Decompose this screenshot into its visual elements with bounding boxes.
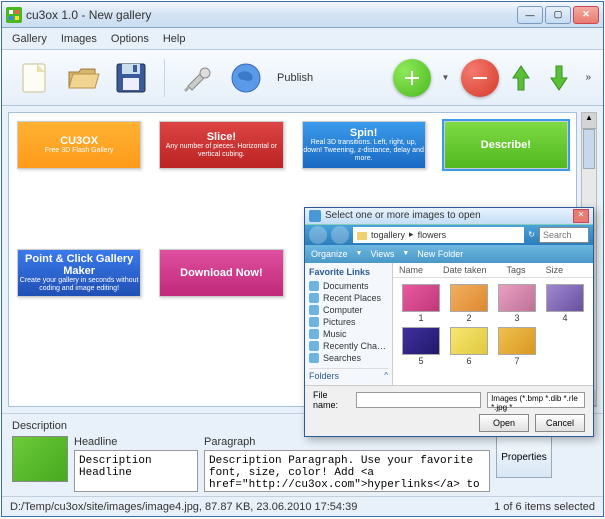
file-item[interactable]: 6 xyxy=(447,327,491,366)
dialog-icon xyxy=(309,210,321,222)
gallery-thumb[interactable]: Spin!Real 3D transitions. Left, right, u… xyxy=(302,121,426,169)
dialog-sidebar: Favorite Links DocumentsRecent PlacesCom… xyxy=(305,263,393,385)
maximize-button[interactable]: ▢ xyxy=(545,6,571,24)
cancel-button[interactable]: Cancel xyxy=(535,414,585,432)
breadcrumb-parent: togallery xyxy=(371,230,405,240)
dialog-close-button[interactable]: ✕ xyxy=(573,209,589,223)
chevron-right-icon: ▸ xyxy=(409,229,414,240)
headline-input[interactable] xyxy=(74,450,198,492)
gallery-thumb[interactable]: CU3OXFree 3D Flash Gallery xyxy=(17,121,141,169)
file-filter-dropdown[interactable]: Images (*.bmp *.dib *.rle *.jpg * xyxy=(487,392,585,408)
paragraph-label: Paragraph xyxy=(204,436,490,448)
dialog-search-input[interactable] xyxy=(539,227,589,243)
organize-button[interactable]: Organize xyxy=(311,249,348,259)
toolbar: Publish ▼ » xyxy=(2,50,603,106)
breadcrumb-current: flowers xyxy=(418,230,447,240)
toolbar-overflow[interactable]: » xyxy=(585,72,591,83)
scroll-thumb[interactable] xyxy=(583,129,595,169)
open-button[interactable]: Open xyxy=(479,414,529,432)
status-selection: 1 of 6 items selected xyxy=(494,501,595,513)
file-item[interactable]: 5 xyxy=(399,327,443,366)
new-folder-button[interactable]: New Folder xyxy=(417,249,463,259)
file-open-dialog: Select one or more images to open ✕ toga… xyxy=(304,207,594,437)
favorites-label: Favorite Links xyxy=(309,267,388,277)
headline-label: Headline xyxy=(74,436,198,448)
sidebar-item[interactable]: Pictures xyxy=(309,316,388,328)
app-icon xyxy=(6,7,22,23)
new-button[interactable] xyxy=(14,57,56,99)
gallery-thumb[interactable]: Slice!Any number of pieces. Horizontal o… xyxy=(159,121,283,169)
breadcrumb[interactable]: togallery ▸ flowers xyxy=(353,227,524,243)
save-button[interactable] xyxy=(110,57,152,99)
sidebar-item[interactable]: Recent Places xyxy=(309,292,388,304)
menu-gallery[interactable]: Gallery xyxy=(12,33,47,45)
menubar: Gallery Images Options Help xyxy=(2,28,603,50)
folders-label[interactable]: Folders ^ xyxy=(309,368,388,381)
add-button[interactable] xyxy=(393,59,431,97)
sidebar-item[interactable]: Searches xyxy=(309,352,388,364)
nav-back-button[interactable] xyxy=(309,226,327,244)
col-date[interactable]: Date taken xyxy=(443,265,487,275)
close-button[interactable]: ✕ xyxy=(573,6,599,24)
menu-help[interactable]: Help xyxy=(163,33,186,45)
file-item[interactable]: 7 xyxy=(495,327,539,366)
open-button[interactable] xyxy=(62,57,104,99)
col-tags[interactable]: Tags xyxy=(507,265,526,275)
file-item[interactable]: 1 xyxy=(399,284,443,323)
dialog-bottom: File name: Images (*.bmp *.dib *.rle *.j… xyxy=(305,385,593,436)
properties-button[interactable]: Properties xyxy=(496,436,552,478)
toolbar-separator xyxy=(164,59,165,97)
titlebar: cu3ox 1.0 - New gallery — ▢ ✕ xyxy=(2,2,603,28)
add-dropdown[interactable]: ▼ xyxy=(441,73,451,82)
description-preview-thumb xyxy=(12,436,68,482)
statusbar: D:/Temp/cu3ox/site/images/image4.jpg, 87… xyxy=(2,496,603,516)
folder-icon xyxy=(357,230,367,240)
move-up-button[interactable] xyxy=(505,59,537,97)
sidebar-item[interactable]: Music xyxy=(309,328,388,340)
menu-images[interactable]: Images xyxy=(61,33,97,45)
dialog-nav: togallery ▸ flowers ↻ xyxy=(305,225,593,245)
menu-options[interactable]: Options xyxy=(111,33,149,45)
gallery-thumb[interactable]: Describe! xyxy=(444,121,568,169)
settings-button[interactable] xyxy=(177,57,219,99)
gallery-thumb[interactable]: Point & Click Gallery MakerCreate your g… xyxy=(17,249,141,297)
gallery-thumb[interactable]: Download Now! xyxy=(159,249,283,297)
views-button[interactable]: Views xyxy=(370,249,394,259)
publish-label: Publish xyxy=(277,72,313,84)
file-item[interactable]: 3 xyxy=(495,284,539,323)
move-down-button[interactable] xyxy=(543,59,575,97)
refresh-icon[interactable]: ↻ xyxy=(528,230,535,239)
dialog-title: Select one or more images to open xyxy=(325,210,573,221)
remove-button[interactable] xyxy=(461,59,499,97)
scroll-up-button[interactable]: ▲ xyxy=(582,113,596,129)
nav-forward-button[interactable] xyxy=(331,226,349,244)
filename-label: File name: xyxy=(313,390,350,410)
publish-button[interactable] xyxy=(225,57,267,99)
dialog-toolbar: Organize▼ Views▼ New Folder xyxy=(305,245,593,263)
sidebar-item[interactable]: Recently Chan... xyxy=(309,340,388,352)
paragraph-input[interactable] xyxy=(204,450,490,492)
sidebar-item[interactable]: Documents xyxy=(309,280,388,292)
minimize-button[interactable]: — xyxy=(517,6,543,24)
filename-input[interactable] xyxy=(356,392,481,408)
file-item[interactable]: 4 xyxy=(543,284,587,323)
col-size[interactable]: Size xyxy=(546,265,564,275)
file-item[interactable]: 2 xyxy=(447,284,491,323)
window-title: cu3ox 1.0 - New gallery xyxy=(26,8,517,22)
sidebar-item[interactable]: Computer xyxy=(309,304,388,316)
status-path: D:/Temp/cu3ox/site/images/image4.jpg, 87… xyxy=(10,501,357,513)
column-headers[interactable]: Name Date taken Tags Size xyxy=(393,263,593,278)
col-name[interactable]: Name xyxy=(399,265,423,275)
dialog-titlebar: Select one or more images to open ✕ xyxy=(305,208,593,225)
